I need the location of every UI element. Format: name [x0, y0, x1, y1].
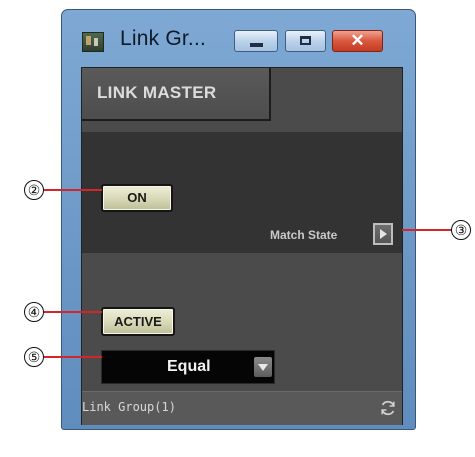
callout-line-2: [44, 189, 102, 191]
app-icon: [82, 32, 104, 52]
on-button[interactable]: ON: [101, 184, 173, 212]
match-state-button[interactable]: [373, 223, 393, 245]
app-window: Link Gr... ✕ LINK MASTER ON Match State …: [61, 9, 416, 430]
active-section: ACTIVE Equal: [82, 253, 402, 391]
mode-dropdown[interactable]: Equal: [101, 350, 275, 384]
close-icon: ✕: [350, 31, 365, 50]
link-section: ON Match State: [82, 132, 402, 253]
active-button[interactable]: ACTIVE: [101, 307, 175, 336]
client-area: LINK MASTER ON Match State ACTIVE Equal …: [81, 67, 403, 425]
status-text: Link Group(1): [82, 400, 176, 414]
minimize-button[interactable]: [234, 30, 278, 52]
window-title: Link Gr...: [120, 27, 207, 50]
match-state-label: Match State: [270, 228, 338, 242]
title-bar[interactable]: Link Gr... ✕: [62, 10, 415, 60]
callout-4: ④: [24, 302, 44, 322]
chevron-down-icon[interactable]: [254, 357, 272, 377]
callout-line-5: [44, 356, 102, 358]
callout-3: ③: [451, 220, 471, 240]
close-button[interactable]: ✕: [332, 30, 383, 52]
callout-line-3: [402, 229, 452, 231]
play-icon: [380, 229, 387, 239]
maximize-button[interactable]: [285, 30, 326, 52]
minimize-icon: [250, 43, 263, 47]
tab-link-master[interactable]: LINK MASTER: [82, 68, 271, 121]
callout-2: ②: [24, 180, 44, 200]
callout-5: ⑤: [24, 347, 44, 367]
maximize-icon: [300, 36, 311, 45]
status-bar: Link Group(1): [82, 391, 402, 425]
dropdown-value: Equal: [167, 358, 211, 375]
callout-line-4: [44, 311, 102, 313]
refresh-icon[interactable]: [379, 399, 397, 417]
tab-label: LINK MASTER: [97, 83, 217, 102]
